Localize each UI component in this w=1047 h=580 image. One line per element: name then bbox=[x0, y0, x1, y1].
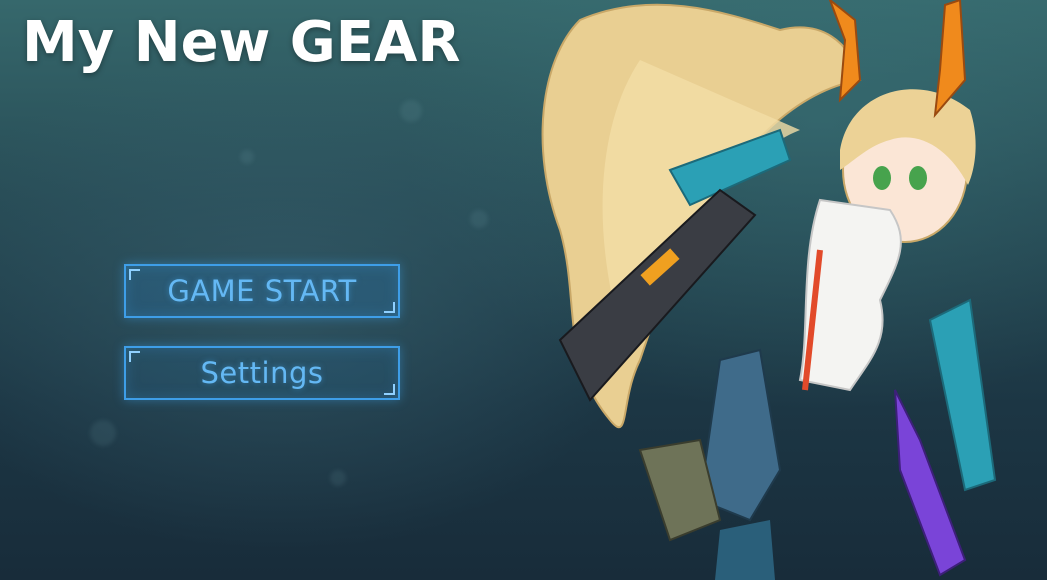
background-bokeh bbox=[400, 100, 422, 122]
button-corner-accent bbox=[384, 302, 395, 313]
background-bokeh bbox=[240, 150, 254, 164]
background-bokeh bbox=[330, 470, 346, 486]
settings-button[interactable]: Settings bbox=[124, 346, 400, 400]
background-bokeh bbox=[90, 420, 116, 446]
character-arm bbox=[928, 298, 997, 492]
game-start-label: GAME START bbox=[167, 274, 357, 308]
settings-label: Settings bbox=[200, 356, 324, 390]
game-title: My New GEAR bbox=[22, 10, 461, 75]
button-corner-accent bbox=[129, 269, 140, 280]
character-leg-armor bbox=[715, 520, 775, 580]
game-start-button[interactable]: GAME START bbox=[124, 264, 400, 318]
character-horn bbox=[933, 0, 967, 119]
character-eye bbox=[909, 166, 927, 190]
character-artwork bbox=[541, 0, 997, 580]
background-bokeh bbox=[470, 210, 488, 228]
button-corner-accent bbox=[384, 384, 395, 395]
button-corner-accent bbox=[129, 351, 140, 362]
character-eye bbox=[873, 166, 891, 190]
